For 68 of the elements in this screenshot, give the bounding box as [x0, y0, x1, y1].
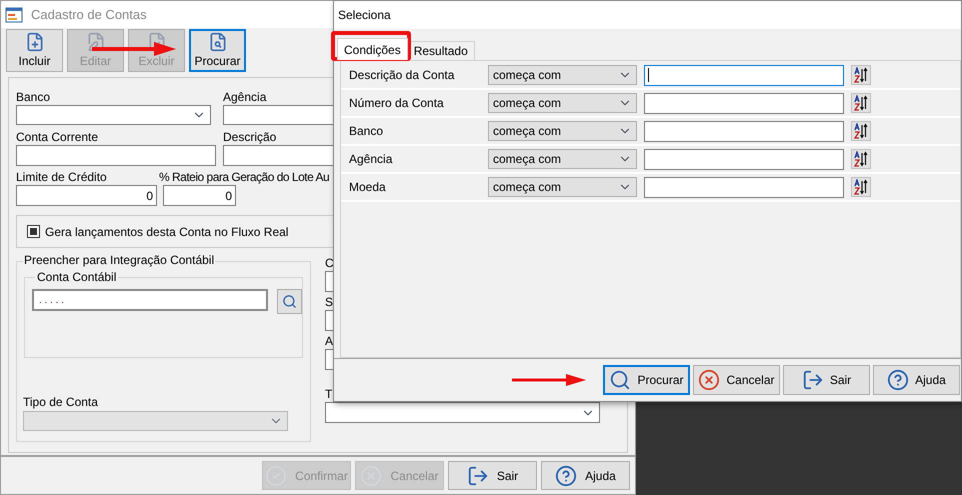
field-label: Limite de Crédito	[16, 170, 107, 185]
field-label: Tipo de Conta	[23, 395, 98, 410]
field-label: T	[325, 387, 332, 402]
sort-button[interactable]	[851, 65, 871, 85]
condition-label: Moeda	[348, 179, 387, 196]
checkbox-label: Gera lançamentos desta Conta no Fluxo Real	[45, 224, 288, 240]
field-label: Descrição	[223, 130, 276, 145]
help-icon	[555, 464, 578, 486]
value-field[interactable]	[644, 120, 844, 142]
edit-document-icon	[86, 32, 106, 52]
tab[interactable]: Condições	[337, 38, 408, 60]
search-button[interactable]	[277, 289, 302, 314]
field-label: Banco	[16, 90, 50, 105]
footer-button[interactable]: Sair	[448, 461, 537, 490]
toolbar-button[interactable]: Incluir	[6, 29, 63, 72]
select-field[interactable]	[325, 402, 600, 423]
sort-icon	[853, 123, 869, 139]
condition-label: Agência	[348, 151, 394, 168]
window-icon	[5, 6, 23, 22]
dialog-button[interactable]: Sair	[783, 365, 870, 395]
sort-button[interactable]	[851, 177, 871, 197]
document-search-icon	[208, 32, 228, 52]
value-field[interactable]	[644, 148, 844, 170]
new-document-icon	[24, 32, 44, 52]
search-icon	[609, 369, 632, 391]
condition-label: Descrição da Conta	[348, 67, 456, 84]
value-field[interactable]	[644, 92, 844, 114]
toolbar-button[interactable]: Procurar	[189, 29, 246, 72]
help-icon	[887, 369, 910, 391]
field-label: S	[325, 295, 334, 310]
bank-select[interactable]	[16, 105, 211, 125]
group-title: Preencher para Integração Contábil	[23, 253, 216, 268]
value-field[interactable]	[644, 64, 844, 86]
operator-select[interactable]: começa com	[488, 65, 637, 85]
condition-label: Banco	[348, 123, 384, 140]
field-label: A	[325, 334, 334, 349]
input-field[interactable]: 0	[16, 185, 157, 206]
operator-select[interactable]: começa com	[488, 121, 637, 141]
operator-select[interactable]: começa com	[488, 177, 637, 197]
window-title: Cadastro de Contas	[31, 6, 147, 24]
sort-icon	[853, 151, 869, 167]
search-icon	[282, 294, 298, 309]
exit-icon	[802, 369, 824, 391]
operator-select[interactable]: começa com	[488, 149, 637, 169]
input-field[interactable]	[16, 145, 216, 166]
account-field[interactable]: . . . . .	[32, 289, 268, 311]
cancel-icon	[698, 369, 720, 391]
sort-button[interactable]	[851, 149, 871, 169]
value-field[interactable]	[644, 176, 844, 198]
field-label: % Rateio para Geração do Lote Au	[159, 170, 330, 185]
sort-icon	[853, 67, 869, 83]
input-field[interactable]: 0	[163, 185, 236, 206]
operator-select[interactable]: começa com	[488, 93, 637, 113]
window-title: Seleciona	[338, 7, 391, 24]
sort-icon	[853, 95, 869, 111]
field-label: Agência	[223, 90, 266, 105]
dialog-button[interactable]: Cancelar	[693, 365, 780, 395]
sort-button[interactable]	[851, 121, 871, 141]
checkbox[interactable]	[27, 225, 40, 238]
sort-icon	[853, 179, 869, 195]
condition-label: Número da Conta	[348, 95, 445, 112]
footer-button[interactable]: Ajuda	[541, 461, 630, 490]
field-label: C	[325, 256, 334, 271]
field-label: Conta Corrente	[16, 130, 98, 145]
exit-icon	[466, 464, 489, 486]
dialog-button[interactable]: Procurar	[603, 365, 690, 395]
sort-button[interactable]	[851, 93, 871, 113]
dialog-button[interactable]: Ajuda	[873, 365, 960, 395]
